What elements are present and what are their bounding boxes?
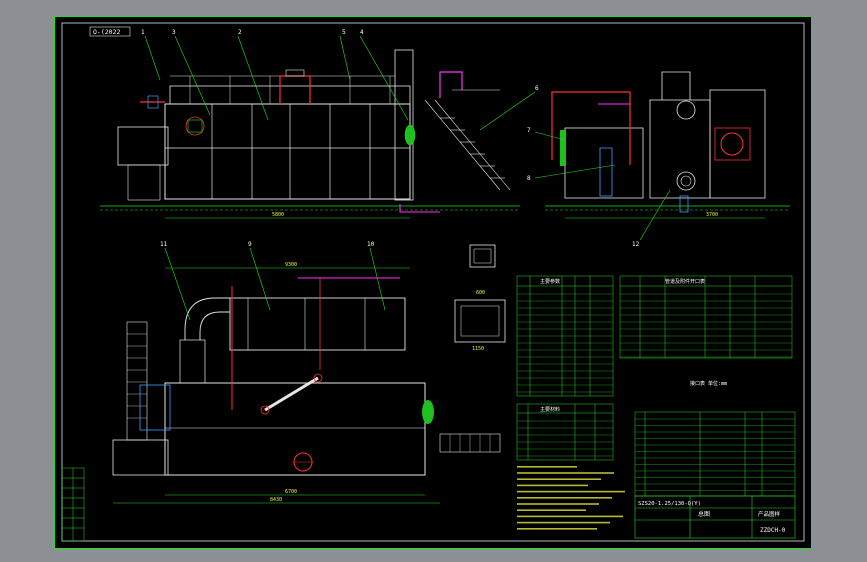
openings-table bbox=[619, 275, 793, 359]
callout-10: 10 bbox=[367, 241, 375, 248]
callout-3: 3 bbox=[172, 29, 176, 36]
note-line bbox=[517, 497, 612, 499]
parameters-header: 主要参数 bbox=[540, 278, 560, 285]
note-line bbox=[517, 515, 623, 518]
note-line bbox=[517, 528, 597, 530]
materials-table bbox=[516, 403, 614, 461]
parts-note: 接口表 单位:mm bbox=[690, 380, 727, 387]
drawing-no: ZZDCH-0 bbox=[760, 527, 786, 534]
title-text: 总图 bbox=[698, 510, 710, 518]
callout-1: 1 bbox=[141, 29, 145, 36]
note-line bbox=[517, 484, 588, 487]
section-details: 600 1150 bbox=[454, 244, 506, 352]
callout-9: 9 bbox=[248, 241, 252, 248]
boiler-assembly-drawing: O-(2022 5800 1 2 3 4 5 6 3700 7 8 12 670… bbox=[61, 22, 805, 542]
side-elevation: 3700 bbox=[545, 71, 790, 219]
front-leaders bbox=[144, 35, 536, 131]
callout-11: 11 bbox=[160, 241, 168, 248]
tank-top-dim: 9300 bbox=[285, 262, 297, 268]
note-line bbox=[517, 490, 625, 493]
bom-table bbox=[634, 411, 796, 497]
model-text: SZS20-1.25/130-Q(Y) bbox=[638, 501, 701, 507]
callout-4: 4 bbox=[360, 29, 364, 36]
callout-12: 12 bbox=[632, 241, 640, 248]
sec-b-dim: 1150 bbox=[472, 346, 484, 352]
callout-2: 2 bbox=[238, 29, 242, 36]
note-line bbox=[517, 521, 610, 524]
callout-7: 7 bbox=[527, 127, 531, 134]
materials-header: 主要材料 bbox=[540, 406, 560, 413]
openings-header: 管道及附件开口表 bbox=[665, 278, 705, 285]
parameters-rows bbox=[517, 293, 613, 393]
plan-view: 6700 8430 9300 bbox=[112, 262, 501, 504]
bom-rows bbox=[635, 418, 795, 491]
callout-6: 6 bbox=[535, 85, 539, 92]
id-tag: O-(2022 bbox=[93, 28, 120, 36]
note-line bbox=[517, 503, 599, 505]
callout-8: 8 bbox=[527, 175, 531, 182]
cad-drawing-canvas: O-(2022 5800 1 2 3 4 5 6 3700 7 8 12 670… bbox=[0, 0, 867, 562]
callout-5: 5 bbox=[342, 29, 346, 36]
revision-strip bbox=[61, 467, 85, 542]
materials-rows bbox=[517, 420, 613, 457]
plan-width-dim: 6700 bbox=[285, 489, 297, 495]
revision-text: 产品图样 bbox=[758, 510, 781, 518]
note-line bbox=[517, 509, 586, 511]
openings-rows bbox=[620, 293, 792, 358]
note-line bbox=[517, 472, 614, 474]
front-width-dim: 5800 bbox=[272, 212, 284, 218]
sec-a-dim: 600 bbox=[476, 290, 485, 296]
plan-leaders bbox=[164, 247, 386, 321]
front-elevation: 5800 bbox=[100, 49, 520, 219]
plan-total-dim: 8430 bbox=[270, 497, 282, 503]
note-line bbox=[517, 478, 601, 480]
side-width-dim: 3700 bbox=[706, 212, 718, 218]
note-line bbox=[517, 466, 577, 468]
technical-notes bbox=[517, 466, 625, 530]
